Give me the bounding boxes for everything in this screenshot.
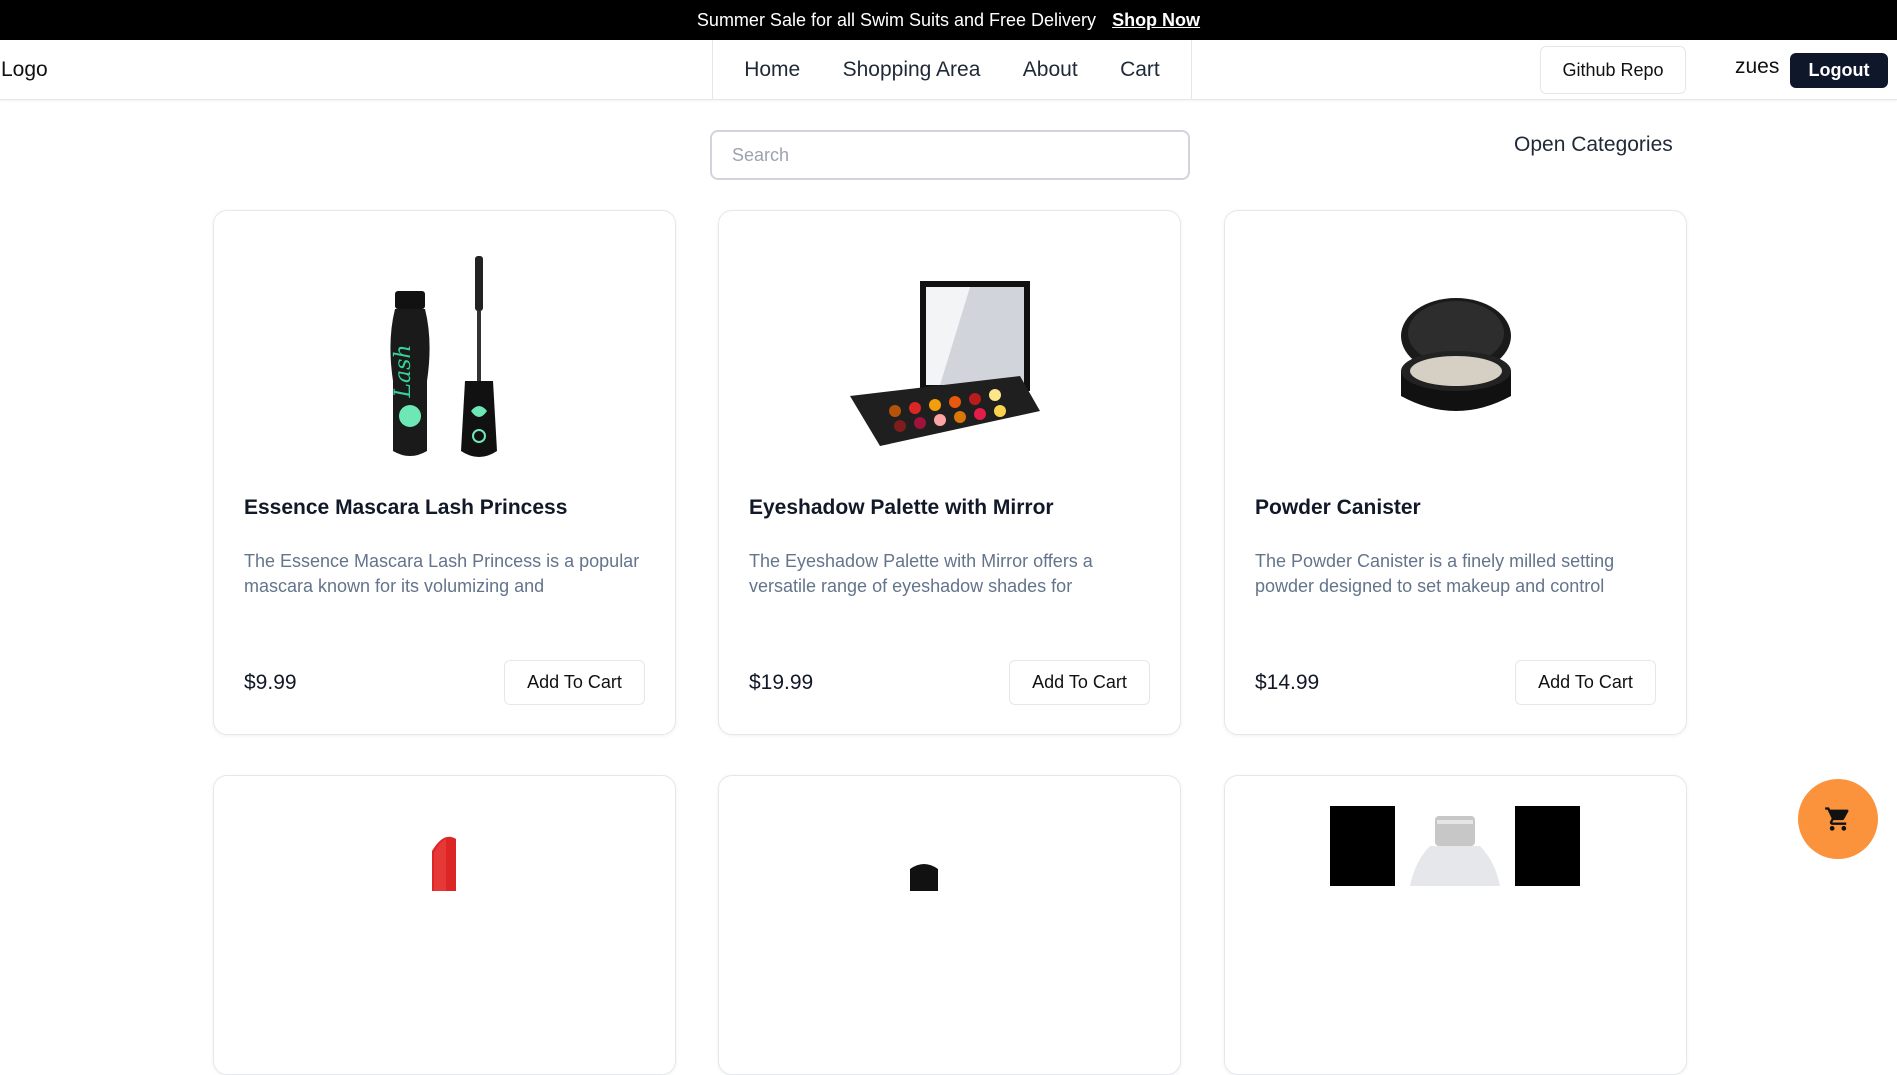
- svg-text:Lash: Lash: [391, 344, 416, 398]
- perfume-bottle-image: [1330, 806, 1580, 886]
- open-categories-button[interactable]: Open Categories: [1514, 133, 1673, 157]
- nav-home[interactable]: Home: [744, 58, 800, 82]
- product-title[interactable]: Essence Mascara Lash Princess: [244, 496, 567, 520]
- powder-canister-image: [1225, 211, 1686, 511]
- product-card: Eyeshadow Palette with Mirror The Eyesha…: [718, 210, 1181, 735]
- product-description: The Essence Mascara Lash Princess is a p…: [244, 551, 640, 596]
- mascara-image: Lash: [214, 211, 675, 511]
- nav-about[interactable]: About: [1023, 58, 1078, 82]
- nav-shopping-area[interactable]: Shopping Area: [843, 58, 981, 82]
- product-card: [213, 775, 676, 1075]
- search-input[interactable]: [710, 130, 1190, 180]
- main-nav: Home Shopping Area About Cart: [712, 40, 1192, 100]
- product-title[interactable]: Powder Canister: [1255, 496, 1421, 520]
- navbar: Logo Home Shopping Area About Cart Githu…: [0, 40, 1897, 100]
- nav-cart[interactable]: Cart: [1120, 58, 1160, 82]
- logout-button[interactable]: Logout: [1790, 53, 1888, 88]
- username: zues: [1735, 55, 1780, 78]
- product-card: Lash Essence Mascara Lash Princess The E…: [213, 210, 676, 735]
- product-description: The Eyeshadow Palette with Mirror offers…: [749, 551, 1093, 596]
- product-price: $19.99: [749, 671, 814, 694]
- lipstick-image: [432, 836, 456, 891]
- product-price: $9.99: [244, 671, 297, 694]
- add-to-cart-button[interactable]: Add To Cart: [504, 660, 645, 705]
- promo-banner: Summer Sale for all Swim Suits and Free …: [0, 0, 1897, 40]
- shop-now-link[interactable]: Shop Now: [1112, 10, 1200, 31]
- eyeshadow-palette-image: [719, 211, 1180, 511]
- product-card: [718, 775, 1181, 1075]
- github-repo-button[interactable]: Github Repo: [1540, 46, 1686, 94]
- product-card: Powder Canister The Powder Canister is a…: [1224, 210, 1687, 735]
- nail-polish-image: [910, 864, 938, 891]
- add-to-cart-button[interactable]: Add To Cart: [1515, 660, 1656, 705]
- floating-cart-button[interactable]: [1798, 779, 1878, 859]
- product-description: The Powder Canister is a finely milled s…: [1255, 551, 1615, 596]
- logo[interactable]: Logo: [1, 58, 48, 82]
- product-price: $14.99: [1255, 671, 1320, 694]
- add-to-cart-button[interactable]: Add To Cart: [1009, 660, 1150, 705]
- cart-icon: [1825, 807, 1849, 831]
- product-title[interactable]: Eyeshadow Palette with Mirror: [749, 496, 1054, 520]
- product-card: [1224, 775, 1687, 1075]
- promo-text: Summer Sale for all Swim Suits and Free …: [696, 9, 1097, 30]
